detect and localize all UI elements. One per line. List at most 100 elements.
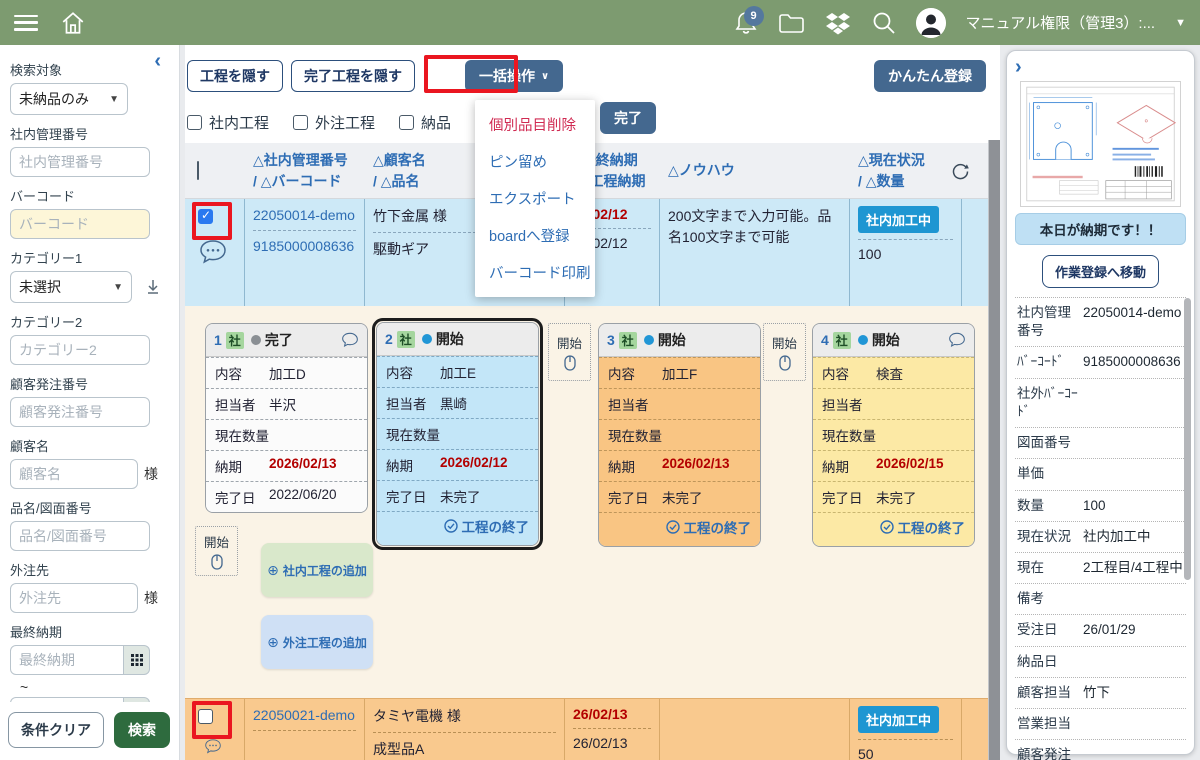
header-status-qty[interactable]: △現在状況/ △数量	[850, 150, 962, 191]
dropbox-icon[interactable]	[825, 11, 851, 35]
card-due: 2026/02/12	[440, 455, 508, 475]
process-dropzone[interactable]: 開始	[763, 323, 806, 381]
card-number: 3	[607, 332, 615, 348]
search-target-select[interactable]: 未納品のみ▼	[10, 83, 128, 115]
category1-select[interactable]: 未選択▼	[10, 271, 132, 303]
drawing-thumbnail[interactable]	[1020, 81, 1181, 207]
notifications-bell-icon[interactable]: 9	[734, 10, 758, 36]
divider	[858, 739, 953, 740]
internal-no-input[interactable]	[10, 147, 150, 177]
status-dot-icon	[422, 334, 432, 344]
final-due-label: 最終納期	[10, 622, 169, 641]
customer-name: タミヤ電機 様	[373, 706, 556, 726]
user-menu-caret-icon[interactable]: ▼	[1175, 17, 1186, 29]
comment-icon[interactable]	[948, 332, 966, 348]
detail-value: 100	[1083, 497, 1106, 515]
item-id-link[interactable]: 22050014-demo	[253, 206, 356, 224]
add-internal-process-button[interactable]: ⊕社内工程の追加	[261, 543, 373, 597]
hide-completed-button[interactable]: 完了工程を隠す	[291, 60, 415, 92]
main-scrollbar[interactable]	[988, 140, 1000, 760]
item-barcode-link[interactable]: 9185000008636	[253, 237, 356, 255]
avatar[interactable]	[916, 8, 946, 38]
check-circle-icon	[666, 520, 680, 534]
barcode-label: バーコード	[10, 186, 169, 205]
checkbox[interactable]	[293, 115, 308, 130]
process-card-1[interactable]: 1 社 完了 内容加工D 担当者半沢 現在数量 納期2026/02/13 完了日…	[205, 323, 368, 513]
panel-scrollbar[interactable]	[1184, 298, 1191, 580]
search-sidebar: ‹ 検索対象 未納品のみ▼ 社内管理番号 バーコード カテゴリー1 未選択▼ カ…	[0, 45, 180, 760]
detail-value: 社内加工中	[1083, 528, 1151, 546]
bulk-action-menu: 個別品目削除 ピン留め エクスポート boardへ登録 バーコード印刷	[475, 100, 595, 297]
expand-panel-icon[interactable]: ›	[1015, 57, 1186, 77]
subcontractor-label: 外注先	[10, 560, 169, 579]
divider	[858, 239, 953, 240]
customer-name-input[interactable]	[10, 459, 138, 489]
complete-button[interactable]: 完了	[600, 102, 656, 134]
process-card-3[interactable]: 3 社 開始 内容加工F 担当者 現在数量 納期2026/02/13 完了日未完…	[598, 323, 761, 547]
comment-icon[interactable]	[198, 738, 228, 755]
finish-process-link[interactable]: 工程の終了	[444, 516, 530, 536]
customer-name-label: 顧客名	[10, 436, 169, 455]
select-all-checkbox[interactable]	[197, 161, 199, 180]
easy-register-button[interactable]: かんたん登録	[874, 60, 986, 92]
menu-item-barcode-print[interactable]: バーコード印刷	[475, 254, 595, 291]
folder-icon[interactable]	[778, 11, 805, 35]
header-id-barcode[interactable]: △社内管理番号/ △バーコード	[245, 150, 365, 191]
add-external-process-button[interactable]: ⊕外注工程の追加	[261, 615, 373, 669]
download-icon[interactable]	[146, 279, 160, 295]
menu-icon[interactable]	[14, 15, 38, 31]
process-card-2[interactable]: 2 社 開始 内容加工E 担当者黒崎 現在数量 納期2026/02/12 完了日…	[376, 322, 539, 546]
process-dropzone[interactable]: 開始	[195, 526, 238, 576]
finish-process-link[interactable]: 工程の終了	[880, 517, 966, 537]
status-badge: 社内加工中	[858, 706, 939, 733]
card-done-date: 未完了	[440, 486, 481, 506]
row-checkbox[interactable]	[198, 209, 213, 224]
bulk-action-button[interactable]: 一括操作∨	[465, 60, 563, 92]
search-icon[interactable]	[871, 10, 896, 35]
checkbox[interactable]	[399, 115, 414, 130]
user-menu-label[interactable]: マニュアル権限（管理3）:...	[966, 12, 1156, 33]
divider	[253, 730, 356, 731]
chevron-down-icon: ∨	[541, 71, 549, 82]
menu-item-delete[interactable]: 個別品目削除	[475, 106, 595, 143]
row-checkbox[interactable]	[198, 709, 213, 724]
status-dot-icon	[251, 335, 261, 345]
menu-item-pin[interactable]: ピン留め	[475, 143, 595, 180]
hide-process-button[interactable]: 工程を隠す	[187, 60, 283, 92]
process-dropzone[interactable]: 開始	[548, 323, 591, 381]
category2-input[interactable]	[10, 335, 150, 365]
card-done-date: 未完了	[876, 487, 917, 507]
search-button[interactable]: 検索	[114, 712, 170, 748]
clear-conditions-button[interactable]: 条件クリア	[8, 712, 104, 748]
menu-item-export[interactable]: エクスポート	[475, 180, 595, 217]
card-content: 検査	[876, 363, 903, 383]
checkbox[interactable]	[187, 115, 202, 130]
go-to-work-register-button[interactable]: 作業登録へ移動	[1042, 255, 1159, 288]
filter-internal-process[interactable]: 社内工程	[187, 112, 269, 133]
finish-process-link[interactable]: 工程の終了	[666, 517, 752, 537]
process-card-4[interactable]: 4 社 開始 内容検査 担当者 現在数量 納期2026/02/15 完了日未完了…	[812, 323, 975, 547]
customer-order-no-label: 顧客発注番号	[10, 374, 169, 393]
comment-icon[interactable]	[341, 332, 359, 348]
product-name-input[interactable]	[10, 521, 150, 551]
barcode-input[interactable]	[10, 209, 150, 239]
date-range-tilde: ~	[20, 679, 169, 695]
subcontractor-input[interactable]	[10, 583, 138, 613]
collapse-sidebar-icon[interactable]: ‹	[154, 51, 161, 71]
refresh-icon[interactable]	[951, 162, 970, 181]
card-status: 開始	[436, 329, 464, 349]
calendar-icon[interactable]	[124, 645, 150, 675]
card-number: 4	[821, 332, 829, 348]
filter-external-process[interactable]: 外注工程	[293, 112, 375, 133]
menu-item-board-register[interactable]: boardへ登録	[475, 217, 595, 254]
card-due: 2026/02/13	[269, 456, 337, 476]
filter-delivery[interactable]: 納品	[399, 112, 451, 133]
customer-order-no-input[interactable]	[10, 397, 150, 427]
final-due-from-input[interactable]	[10, 645, 124, 675]
card-type-badge: 社	[833, 332, 851, 349]
comment-icon[interactable]	[198, 238, 228, 266]
header-knowhow[interactable]: △ノウハウ	[660, 160, 850, 180]
mouse-icon	[211, 554, 223, 570]
home-icon[interactable]	[60, 10, 86, 36]
item-id-link[interactable]: 22050021-demo	[253, 706, 356, 724]
